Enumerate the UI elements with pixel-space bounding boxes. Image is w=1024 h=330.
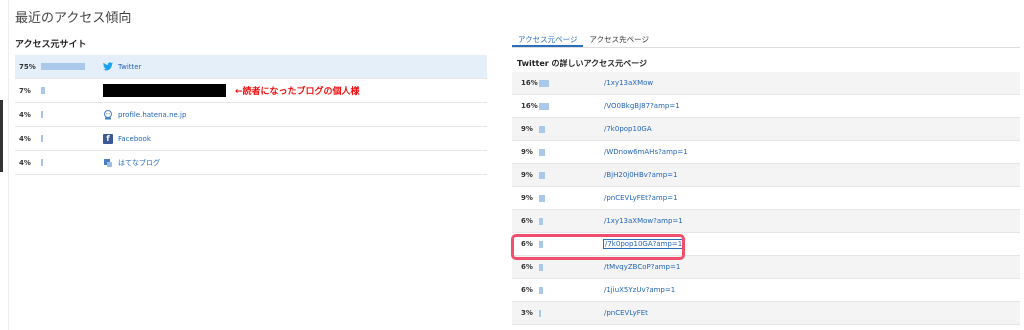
referrer-row[interactable]: 4% f Facebook <box>15 127 487 151</box>
twitter-page-row[interactable]: 16% /1xy13aXMow <box>512 72 1020 95</box>
percent-bar <box>41 159 44 166</box>
percent-bar <box>539 286 543 294</box>
twitter-page-row[interactable]: 6% /1jiuX5YzUv?amp=1 <box>512 279 1020 302</box>
percent-label: 6% <box>521 286 533 294</box>
referrer-row[interactable]: 4% profile.hatena.ne.jp <box>15 103 487 127</box>
percent-label: 75% <box>19 62 36 71</box>
percent-label: 9% <box>521 194 533 202</box>
percent-label: 9% <box>521 125 533 133</box>
percent-label: 7% <box>19 86 31 95</box>
tab-source-pages[interactable]: アクセス元ページ <box>512 32 584 47</box>
percent-bar <box>539 79 549 87</box>
twitter-page-row[interactable]: 3% /pnCEVLyFEt <box>512 302 1020 325</box>
percent-label: 16% <box>521 79 538 87</box>
page-url-link[interactable]: /tMvqyZBCoP?amp=1 <box>604 263 680 271</box>
referrer-row[interactable]: 7% ←読者になったブログの個人様 <box>15 79 487 103</box>
percent-label: 4% <box>19 158 31 167</box>
percent-label: 3% <box>521 309 533 317</box>
page-title: 最近のアクセス傾向 <box>15 11 132 26</box>
referrer-row[interactable]: 75% Twitter <box>15 55 487 79</box>
page-url-link[interactable]: /1xy13aXMow?amp=1 <box>604 217 683 225</box>
percent-bar <box>539 309 541 317</box>
percent-label: 6% <box>521 217 533 225</box>
referrer-sites-panel: アクセス元サイト 75% Twitter 7% ←読者になったブログの個人様 4… <box>15 37 487 175</box>
referrer-pages-panel: アクセス元ページ アクセス先ページ Twitter の詳しいアクセス元ページ 1… <box>512 32 1020 325</box>
page-url-link[interactable]: /pnCEVLyFEt?amp=1 <box>604 194 678 202</box>
facebook-icon: f <box>103 133 113 144</box>
page-url-link[interactable]: /VO0BkgBJ87?amp=1 <box>604 102 680 110</box>
highlight-box <box>511 234 685 260</box>
referrer-sites-title: アクセス元サイト <box>15 40 87 50</box>
page-url-link[interactable]: /pnCEVLyFEt <box>604 309 648 317</box>
annotation-text: ←読者になったブログの個人様 <box>235 87 360 97</box>
twitter-page-row[interactable]: 16% /VO0BkgBJ87?amp=1 <box>512 95 1020 118</box>
percent-label: 4% <box>19 134 31 143</box>
hatena-profile-icon <box>103 109 113 120</box>
percent-label: 9% <box>521 148 533 156</box>
percent-bar <box>539 125 545 133</box>
referrer-site-link[interactable]: はてなブログ <box>103 158 160 168</box>
twitter-page-row[interactable]: 9% /7k0pop10GA <box>512 118 1020 141</box>
percent-bar <box>539 102 549 110</box>
percent-bar <box>41 87 46 94</box>
tab-bar: アクセス元ページ アクセス先ページ <box>512 32 1020 48</box>
percent-bar <box>41 63 86 70</box>
referrer-site-name: Facebook <box>118 134 151 143</box>
referrer-site-link[interactable]: Twitter <box>103 62 141 72</box>
page-url-link[interactable]: /1jiuX5YzUv?amp=1 <box>604 286 675 294</box>
twitter-page-row[interactable]: 9% /BjH20j0HBv?amp=1 <box>512 164 1020 187</box>
percent-label: 16% <box>521 102 538 110</box>
referrer-row[interactable]: 4% はてなブログ <box>15 151 487 175</box>
referrer-site-link[interactable]: profile.hatena.ne.jp <box>103 109 187 120</box>
page-url-link[interactable]: /1xy13aXMow <box>604 79 653 87</box>
twitter-page-row[interactable]: 9% /WDnow6mAHs?amp=1 <box>512 141 1020 164</box>
percent-bar <box>539 217 543 225</box>
percent-label: 4% <box>19 110 31 119</box>
twitter-pages-title: Twitter の詳しいアクセス元ページ <box>517 59 647 68</box>
hatena-blog-icon <box>103 158 113 168</box>
percent-bar <box>539 171 545 179</box>
percent-bar <box>41 111 44 118</box>
twitter-page-row[interactable]: 6% /1xy13aXMow?amp=1 <box>512 210 1020 233</box>
referrer-site-name: Twitter <box>118 62 142 71</box>
twitter-page-row[interactable]: 9% /pnCEVLyFEt?amp=1 <box>512 187 1020 210</box>
page-url-link[interactable]: /7k0pop10GA <box>604 125 652 133</box>
percent-label: 6% <box>521 263 533 271</box>
percent-bar <box>539 263 543 271</box>
tab-destination-pages[interactable]: アクセス先ページ <box>583 32 654 47</box>
referrer-site-name: profile.hatena.ne.jp <box>118 110 187 119</box>
page-url-link[interactable]: /WDnow6mAHs?amp=1 <box>604 148 688 156</box>
percent-bar <box>41 135 44 142</box>
referrer-site-name: はてなブログ <box>118 158 160 167</box>
twitter-icon <box>103 62 113 72</box>
redacted-site <box>103 84 226 97</box>
page-url-link[interactable]: /BjH20j0HBv?amp=1 <box>604 171 677 179</box>
sidebar-divider <box>8 0 9 330</box>
scroll-indicator <box>0 100 3 172</box>
percent-label: 9% <box>521 171 533 179</box>
percent-bar <box>539 148 545 156</box>
twitter-pages-list: 16% /1xy13aXMow 16% /VO0BkgBJ87?amp=1 9% /7k0… <box>512 72 1020 325</box>
percent-bar <box>539 194 545 202</box>
referrer-site-link[interactable]: f Facebook <box>103 133 151 144</box>
